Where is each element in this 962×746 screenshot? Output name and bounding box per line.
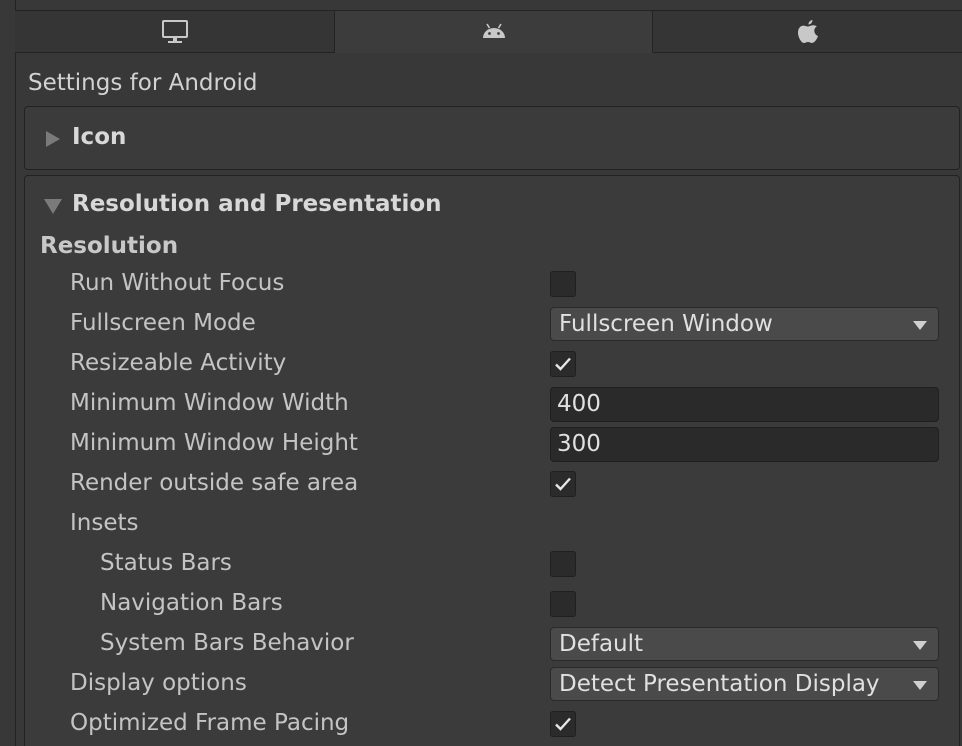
insets-label: Insets <box>70 510 139 536</box>
icon-foldout-label[interactable]: Icon <box>72 124 126 150</box>
left-edge <box>0 0 16 746</box>
minimum-window-height-field[interactable]: 300 <box>550 427 939 462</box>
display-options-label: Display options <box>70 670 247 696</box>
settings-title: Settings for Android <box>28 70 258 96</box>
platform-tab-bar <box>15 10 962 54</box>
display-options-value: Detect Presentation Display <box>559 671 880 697</box>
tab-android[interactable] <box>335 11 653 53</box>
tab-ios[interactable] <box>653 11 962 53</box>
status-bars-checkbox[interactable] <box>550 551 576 577</box>
minimum-window-width-field[interactable]: 400 <box>550 387 939 422</box>
render-outside-safe-area-label: Render outside safe area <box>70 470 359 496</box>
foldout-collapsed-icon[interactable] <box>46 131 60 147</box>
run-without-focus-checkbox[interactable] <box>550 271 576 297</box>
display-options-dropdown[interactable]: Detect Presentation Display <box>550 667 939 701</box>
apple-icon <box>795 18 821 46</box>
system-bars-behavior-dropdown[interactable]: Default <box>550 627 939 661</box>
navigation-bars-checkbox[interactable] <box>550 591 576 617</box>
resizeable-activity-label: Resizeable Activity <box>70 350 287 376</box>
resolution-presentation-foldout-label[interactable]: Resolution and Presentation <box>72 191 442 217</box>
checkmark-icon <box>555 357 571 371</box>
minimum-window-width-value: 400 <box>557 391 601 417</box>
minimum-window-height-label: Minimum Window Height <box>70 430 358 456</box>
checkmark-icon <box>555 717 571 731</box>
dropdown-arrow-icon <box>913 681 927 690</box>
icon-foldout-panel[interactable]: Icon <box>24 106 960 170</box>
foldout-expanded-icon[interactable] <box>44 199 62 214</box>
optimized-frame-pacing-checkbox[interactable] <box>550 711 576 737</box>
dropdown-arrow-icon <box>913 321 927 330</box>
system-bars-behavior-value: Default <box>559 631 644 657</box>
android-icon <box>480 22 508 42</box>
desktop-monitor-icon <box>161 19 189 45</box>
render-outside-safe-area-checkbox[interactable] <box>550 471 576 497</box>
checkmark-icon <box>555 477 571 491</box>
fullscreen-mode-label: Fullscreen Mode <box>70 310 256 336</box>
minimum-window-width-label: Minimum Window Width <box>70 390 349 416</box>
player-settings-inspector: Settings for Android Icon Resolution and… <box>0 0 962 746</box>
run-without-focus-label: Run Without Focus <box>70 270 285 296</box>
navigation-bars-label: Navigation Bars <box>100 590 283 616</box>
dropdown-arrow-icon <box>913 641 927 650</box>
system-bars-behavior-label: System Bars Behavior <box>100 630 354 656</box>
optimized-frame-pacing-label: Optimized Frame Pacing <box>70 710 350 736</box>
fullscreen-mode-value: Fullscreen Window <box>559 311 773 337</box>
resizeable-activity-checkbox[interactable] <box>550 351 576 377</box>
minimum-window-height-value: 300 <box>557 431 601 457</box>
resolution-group-title: Resolution <box>40 233 179 259</box>
fullscreen-mode-dropdown[interactable]: Fullscreen Window <box>550 307 939 341</box>
status-bars-label: Status Bars <box>100 550 232 576</box>
tab-desktop[interactable] <box>15 11 335 53</box>
